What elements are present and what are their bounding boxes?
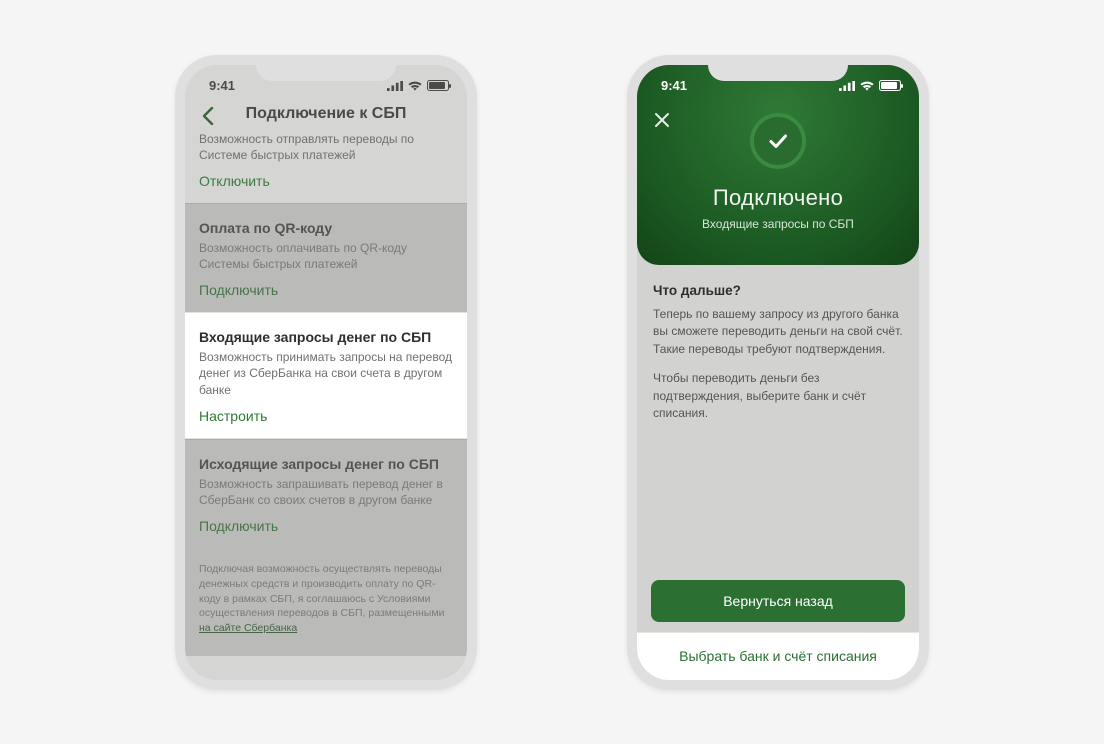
back-button[interactable] bbox=[195, 103, 221, 129]
terms-link[interactable]: на сайте Сбербанка bbox=[199, 622, 297, 634]
body-heading: Что дальше? bbox=[653, 281, 903, 301]
go-back-button[interactable]: Вернуться назад bbox=[651, 580, 905, 622]
section-desc: Возможность запрашивать перевод денег в … bbox=[199, 476, 453, 508]
signal-icon bbox=[839, 81, 855, 91]
choose-account-button[interactable]: Выбрать банк и счёт списания bbox=[637, 632, 919, 680]
screen-header: Подключение к СБП bbox=[185, 99, 467, 131]
configure-button[interactable]: Настроить bbox=[199, 408, 453, 424]
success-check-icon bbox=[750, 113, 806, 169]
body-paragraph: Теперь по вашему запросу из другого банк… bbox=[653, 306, 903, 358]
screen-title: Подключение к СБП bbox=[246, 105, 407, 123]
disconnect-button[interactable]: Отключить bbox=[199, 173, 453, 189]
section-title: Входящие запросы денег по СБП bbox=[199, 329, 453, 345]
section-qr-pay: Оплата по QR-коду Возможность оплачивать… bbox=[185, 203, 467, 312]
body-paragraph: Чтобы переводить деньги без подтверждени… bbox=[653, 370, 903, 422]
wifi-icon bbox=[860, 81, 874, 91]
status-time: 9:41 bbox=[661, 78, 687, 93]
terms-footer: Подключая возможность осуществлять перев… bbox=[185, 548, 467, 655]
status-time: 9:41 bbox=[209, 78, 235, 93]
battery-icon bbox=[427, 80, 449, 91]
device-notch bbox=[256, 55, 396, 81]
section-outgoing-transfers: Возможность отправлять переводы по Систе… bbox=[185, 131, 467, 203]
section-desc: Возможность принимать запросы на перевод… bbox=[199, 349, 453, 398]
section-incoming-requests[interactable]: Входящие запросы денег по СБП Возможност… bbox=[185, 312, 467, 439]
connect-button[interactable]: Подключить bbox=[199, 518, 453, 534]
section-title: Оплата по QR-коду bbox=[199, 220, 453, 236]
section-title: Исходящие запросы денег по СБП bbox=[199, 456, 453, 472]
wifi-icon bbox=[408, 81, 422, 91]
section-desc: Возможность отправлять переводы по Систе… bbox=[199, 131, 453, 163]
confirmation-actions: Вернуться назад Выбрать банк и счёт спис… bbox=[637, 580, 919, 680]
phone-confirmation: 9:41 Подключено bbox=[627, 55, 929, 690]
signal-icon bbox=[387, 81, 403, 91]
terms-text: Подключая возможность осуществлять перев… bbox=[199, 563, 444, 619]
phone-sbp-settings: 9:41 Подключение к СБП bbox=[175, 55, 477, 690]
hero-subtitle: Входящие запросы по СБП bbox=[653, 217, 903, 231]
section-outgoing-requests: Исходящие запросы денег по СБП Возможнос… bbox=[185, 439, 467, 548]
section-desc: Возможность оплачивать по QR-коду Систем… bbox=[199, 240, 453, 272]
device-notch bbox=[708, 55, 848, 81]
battery-icon bbox=[879, 80, 901, 91]
close-button[interactable] bbox=[651, 109, 673, 131]
confirmation-body: Что дальше? Теперь по вашему запросу из … bbox=[637, 265, 919, 429]
connect-button[interactable]: Подключить bbox=[199, 282, 453, 298]
hero-title: Подключено bbox=[653, 185, 903, 211]
